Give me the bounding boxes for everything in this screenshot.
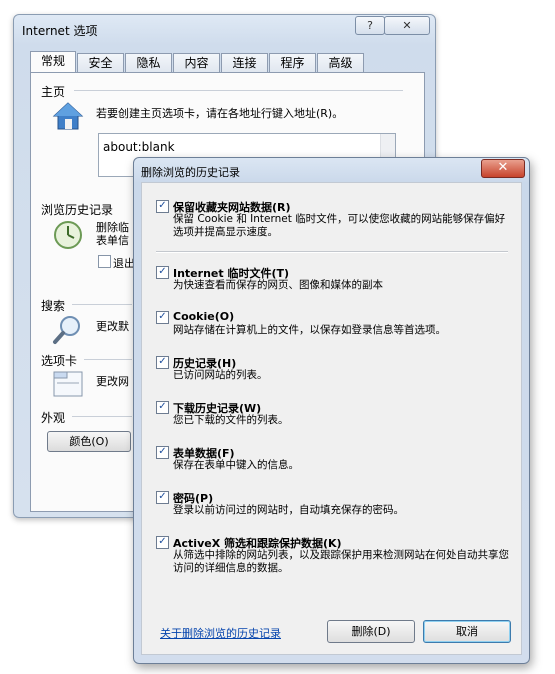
close-button[interactable]: ✕ [384,16,430,35]
checkbox-temp-files[interactable]: ✓ [156,266,169,279]
tabs-divider [84,359,132,360]
option-desc: 为快速查看而保存的网页、图像和媒体的副本 [173,279,383,291]
delete-on-exit-checkbox[interactable] [98,255,111,268]
dialog-title: 删除浏览的历史记录 [141,166,240,179]
checkbox-activex-tracking[interactable]: ✓ [156,536,169,549]
history-section-title: 浏览历史记录 [41,203,114,217]
home-icon [52,102,84,130]
tab-advanced[interactable]: 高级 [317,53,364,73]
option-desc: 已访问网站的列表。 [173,369,268,381]
option-desc: 网站存储在计算机上的文件，以保存如登录信息等首选项。 [173,324,446,336]
tabs-section-title: 选项卡 [41,354,78,368]
appearance-section-title: 外观 [41,411,66,425]
tab-content[interactable]: 内容 [173,53,220,73]
dialog-divider [156,251,508,253]
checkbox-history[interactable]: ✓ [156,356,169,369]
checkbox-cookies[interactable]: ✓ [156,311,169,324]
colors-button[interactable]: 颜色(O) [47,431,131,452]
window-title: Internet 选项 [22,24,98,38]
home-url-value: about:blank [103,140,175,154]
tab-privacy[interactable]: 隐私 [125,53,172,73]
option-desc: 您已下载的文件的列表。 [173,414,289,426]
history-desc-2: 表单信 [96,234,129,247]
checkbox-form-data[interactable]: ✓ [156,446,169,459]
tab-connections[interactable]: 连接 [221,53,268,73]
tab-security[interactable]: 安全 [77,53,124,73]
option-desc: 保留 Cookie 和 Internet 临时文件，可以使您收藏的网站能够保存偏… [173,213,506,238]
delete-history-dialog: 删除浏览的历史记录 ✕ ✓ 保留收藏夹网站数据(R) 保留 Cookie 和 I… [133,157,530,664]
home-description: 若要创建主页选项卡，请在各地址行键入地址(R)。 [96,107,344,120]
delete-on-exit-label: 退出 [113,257,135,270]
cancel-button[interactable]: 取消 [423,620,511,643]
option-desc: 保存在表单中键入的信息。 [173,459,299,471]
search-divider [72,304,132,305]
delete-button[interactable]: 删除(D) [327,620,415,643]
magnifier-icon [53,316,80,344]
dialog-close-button[interactable]: ✕ [481,159,525,178]
option-desc: 登录以前访问过的网站时，自动填充保存的密码。 [173,504,404,516]
about-delete-history-link[interactable]: 关于删除浏览的历史记录 [160,625,281,641]
help-button[interactable]: ? [355,16,385,35]
home-divider [74,90,403,91]
tabs-icon [53,371,83,397]
option-desc: 从筛选中排除的网站列表，以及跟踪保护用来检测网站在何处自动共享您访问的详细信息的… [173,549,509,574]
option-label: Cookie(O) [173,310,235,323]
tab-general[interactable]: 常规 [30,51,76,73]
search-section-title: 搜索 [41,299,66,313]
tabs-desc: 更改网 [96,375,129,388]
history-clock-icon [54,221,82,249]
tab-programs[interactable]: 程序 [269,53,316,73]
dialog-content: ✓ 保留收藏夹网站数据(R) 保留 Cookie 和 Internet 临时文件… [141,182,522,655]
home-section-title: 主页 [41,85,66,99]
checkbox-download-history[interactable]: ✓ [156,401,169,414]
appearance-divider [72,416,132,417]
checkbox-preserve-favorites[interactable]: ✓ [156,200,169,213]
checkbox-passwords[interactable]: ✓ [156,491,169,504]
search-desc: 更改默 [96,320,129,333]
